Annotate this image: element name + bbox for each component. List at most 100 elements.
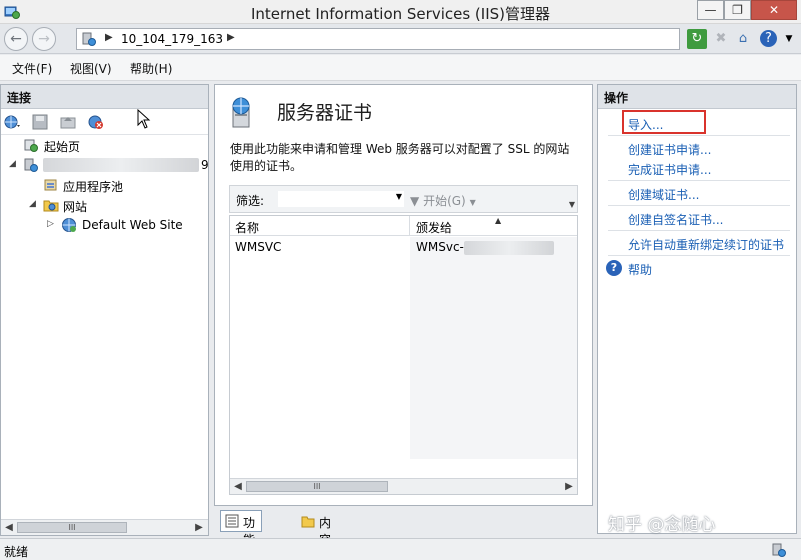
menu-view[interactable]: 视图(V) xyxy=(70,60,112,77)
chevron-down-icon: ▼ xyxy=(469,198,476,207)
scroll-thumb[interactable]: III xyxy=(17,522,127,533)
scroll-right-icon[interactable]: ▶ xyxy=(561,479,577,494)
tree-item-sites[interactable]: ◢ 网站 xyxy=(1,195,208,215)
refresh-icon[interactable]: ↻ xyxy=(687,29,707,49)
action-auto-rebind[interactable]: 允许自动重新绑定续订的证书 xyxy=(628,236,784,253)
redacted-issued-to xyxy=(464,241,554,255)
expand-icon[interactable]: ▷ xyxy=(47,219,57,229)
menu-file[interactable]: 文件(F) xyxy=(12,60,52,77)
address-input[interactable]: ▶ 10_104_179_163 ▶ xyxy=(76,28,680,50)
connections-header: 连接 xyxy=(1,85,208,109)
connections-panel: 连接 起始页 ◢ 9 应用程序池 ◢ 网站 ▷ Default Web Site… xyxy=(0,84,209,536)
website-globe-icon xyxy=(62,218,76,232)
breadcrumb-arrow-icon[interactable]: ▶ xyxy=(105,32,113,43)
action-create-domain-cert[interactable]: 创建域证书... xyxy=(628,186,699,203)
sort-ascending-icon: ▲ xyxy=(495,216,502,225)
up-folder-icon[interactable] xyxy=(59,113,77,131)
table-row[interactable]: WMSVC WMSvc- xyxy=(230,237,577,259)
table-header: 名称 颁发给 ▲ xyxy=(230,216,577,236)
minimize-button[interactable]: — xyxy=(697,0,724,20)
server-node-icon xyxy=(24,158,38,172)
cell-name: WMSVC xyxy=(235,240,282,254)
filter-start-button[interactable]: ▼ 开始(G) ▼ xyxy=(410,192,476,209)
status-bar: 就绪 xyxy=(0,538,801,560)
column-header-name[interactable]: 名称 xyxy=(235,219,259,236)
page-title: 服务器证书 xyxy=(277,102,373,124)
tab-feature-view[interactable]: 功能视图 xyxy=(220,510,263,560)
divider xyxy=(608,230,790,231)
arrow-right-icon: → xyxy=(38,31,50,47)
menu-help[interactable]: 帮助(H) xyxy=(130,60,172,77)
breadcrumb-arrow-icon[interactable]: ▶ xyxy=(227,32,235,43)
tree-label-start-page: 起始页 xyxy=(44,140,81,154)
tree-label-app-pools: 应用程序池 xyxy=(63,180,124,194)
chevron-down-icon[interactable]: ▼ xyxy=(396,192,402,201)
breadcrumb-server[interactable]: 10_104_179_163 xyxy=(121,32,223,46)
tab-content-view[interactable]: 内容视图 xyxy=(296,510,338,560)
server-icon xyxy=(82,32,96,46)
help-icon[interactable]: ? xyxy=(760,30,777,47)
divider xyxy=(608,180,790,181)
certificates-table: 名称 颁发给 ▲ WMSVC WMSvc- ◀ III ▶ xyxy=(229,215,578,495)
scroll-down-icon[interactable]: ▼ xyxy=(569,200,575,209)
feature-view-icon xyxy=(225,514,239,528)
redacted-server-name xyxy=(43,158,199,172)
tree-label-default-web-site: Default Web Site xyxy=(82,218,183,232)
action-import[interactable]: 导入... xyxy=(628,116,663,133)
filter-label: 筛选: xyxy=(236,194,265,208)
actions-panel: 操作 导入... 创建证书申请... 完成证书申请... 创建域证书... 创建… xyxy=(597,84,797,534)
content-view-icon xyxy=(301,516,315,528)
scroll-right-icon[interactable]: ▶ xyxy=(191,520,207,535)
divider xyxy=(608,255,790,256)
menu-bar: 文件(F) 视图(V) 帮助(H) xyxy=(0,55,801,81)
scroll-left-icon[interactable]: ◀ xyxy=(1,520,17,535)
app-pool-icon xyxy=(44,179,57,191)
funnel-icon: ▼ xyxy=(410,194,420,208)
tree-item-start-page[interactable]: 起始页 xyxy=(1,135,208,155)
sorted-column-shade xyxy=(410,237,577,459)
tree-item-app-pools[interactable]: 应用程序池 xyxy=(1,175,208,195)
home-icon[interactable]: ⌂ xyxy=(733,29,753,49)
divider xyxy=(608,205,790,206)
disconnect-icon[interactable] xyxy=(87,113,105,131)
watermark: 知乎 @念随心 xyxy=(608,515,716,535)
forward-button[interactable]: → xyxy=(32,27,56,51)
server-certificates-icon xyxy=(232,97,250,128)
column-header-issued-to[interactable]: 颁发给 xyxy=(416,219,452,236)
action-help[interactable]: 帮助 xyxy=(628,261,652,278)
save-icon[interactable] xyxy=(31,113,49,131)
filter-start-label: 开始(G) xyxy=(423,194,466,208)
feature-description: 使用此功能来申请和管理 Web 服务器可以对配置了 SSL 的网站使用的证书。 xyxy=(230,142,570,173)
scroll-thumb[interactable]: III xyxy=(246,481,388,492)
action-complete-cert-request[interactable]: 完成证书申请... xyxy=(628,161,711,178)
close-button[interactable]: ✕ xyxy=(751,0,797,20)
chevron-down-icon[interactable]: ▼ xyxy=(779,29,799,49)
window-title: Internet Information Services (IIS)管理器 xyxy=(250,5,551,23)
connect-globe-icon[interactable] xyxy=(3,113,21,131)
back-button[interactable]: ← xyxy=(4,27,28,51)
tree-label-sites: 网站 xyxy=(63,200,88,214)
tree-label-server-suffix: 9 xyxy=(201,158,209,172)
address-bar: ← → ▶ 10_104_179_163 ▶ ↻ ✖ ⌂ ? ▼ xyxy=(0,24,801,54)
scroll-left-icon[interactable]: ◀ xyxy=(230,479,246,494)
tree-item-default-web-site[interactable]: ▷ Default Web Site xyxy=(1,215,208,235)
actions-header: 操作 xyxy=(598,85,796,109)
table-hscrollbar[interactable]: ◀ III ▶ xyxy=(230,478,577,494)
column-divider[interactable] xyxy=(409,216,410,236)
start-page-icon xyxy=(24,139,38,152)
connections-toolbar xyxy=(1,109,208,135)
tree-item-server[interactable]: ◢ 9 xyxy=(1,155,209,175)
connection-status-icon xyxy=(772,543,786,557)
collapse-icon[interactable]: ◢ xyxy=(29,199,39,209)
collapse-icon[interactable]: ◢ xyxy=(9,159,19,169)
action-create-cert-request[interactable]: 创建证书申请... xyxy=(628,141,711,158)
title-bar: Internet Information Services (IIS)管理器 —… xyxy=(0,0,801,24)
filter-input[interactable]: ▼ xyxy=(278,191,404,207)
sites-folder-icon xyxy=(43,200,59,212)
divider xyxy=(608,135,790,136)
maximize-button[interactable]: ❐ xyxy=(724,0,751,20)
action-create-self-signed-cert[interactable]: 创建自签名证书... xyxy=(628,211,723,228)
stop-icon[interactable]: ✖ xyxy=(711,29,731,49)
connections-hscrollbar[interactable]: ◀ III ▶ xyxy=(1,519,208,535)
feature-panel: 服务器证书 使用此功能来申请和管理 Web 服务器可以对配置了 SSL 的网站使… xyxy=(214,84,593,506)
